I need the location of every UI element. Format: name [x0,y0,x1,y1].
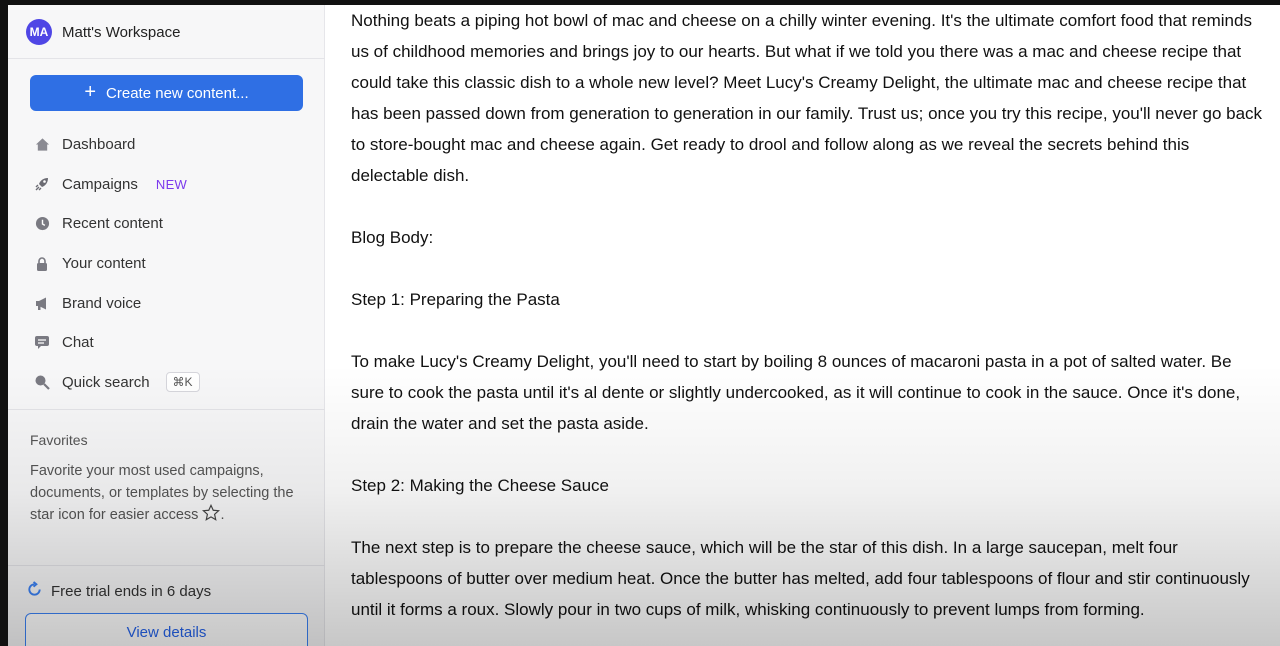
trial-text: Free trial ends in 6 days [51,583,212,600]
sidebar-item-chat[interactable]: Chat [34,323,314,363]
sidebar-item-your-content[interactable]: Your content [34,244,314,284]
sidebar-item-recent-content[interactable]: Recent content [34,204,314,244]
favorites-title: Favorites [30,432,88,448]
divider [8,409,325,410]
plus-icon: + [84,81,97,103]
sidebar-item-label: Your content [62,255,146,273]
sidebar-item-dashboard[interactable]: Dashboard [34,125,314,165]
step-paragraph: To make Lucy's Creamy Delight, you'll ne… [351,352,1241,433]
sidebar-item-label: Dashboard [62,136,136,154]
keyboard-shortcut: ⌘K [165,372,200,393]
sidebar-item-label: Campaigns [62,175,138,193]
workspace-switcher[interactable]: MA Matt's Workspace [26,19,180,45]
sidebar-item-brand-voice[interactable]: Brand voice [34,283,314,323]
period: . [220,507,225,523]
sidebar-item-label: Chat [62,334,94,352]
home-icon [34,137,50,153]
step-paragraph: The next step is to prepare the cheese s… [351,538,1250,619]
divider [8,58,325,59]
sidebar-item-campaigns[interactable]: Campaigns NEW [34,165,314,205]
sidebar-item-label: Brand voice [62,294,142,312]
document-content[interactable]: Nothing beats a piping hot bowl of mac a… [351,5,1269,646]
rocket-icon [34,176,50,192]
megaphone-icon [34,295,50,311]
sidebar-nav: Dashboard Campaigns NEW Recent content Y… [34,125,314,402]
section-heading: Blog Body: [351,228,434,247]
sidebar: MA Matt's Workspace + Create new content… [8,5,325,646]
step-heading: Step 2: Making the Cheese Sauce [351,476,609,495]
sidebar-item-label: Quick search [62,373,150,391]
create-button-label: Create new content... [106,84,249,102]
chat-icon [34,335,50,351]
sidebar-item-label: Recent content [62,215,163,233]
sidebar-item-quick-search[interactable]: Quick search ⌘K [34,363,314,403]
avatar: MA [26,19,52,45]
workspace-name: Matt's Workspace [62,23,181,41]
create-new-content-button[interactable]: + Create new content... [30,75,303,111]
star-icon [202,503,221,523]
intro-paragraph: Nothing beats a piping hot bowl of mac a… [351,11,1263,185]
new-badge: NEW [155,176,188,192]
step-heading: Step 1: Preparing the Pasta [351,290,560,309]
view-details-button[interactable]: View details [25,613,308,646]
app-window: MA Matt's Workspace + Create new content… [8,5,1280,646]
favorites-description: Favorite your most used campaigns, docum… [30,460,300,526]
clock-icon [34,216,50,232]
refresh-icon [26,581,43,602]
search-icon [34,374,50,391]
divider [8,565,325,566]
lock-icon [34,256,50,272]
favorites-description-text: Favorite your most used campaigns, docum… [30,463,294,523]
trial-notice: Free trial ends in 6 days [26,581,211,602]
